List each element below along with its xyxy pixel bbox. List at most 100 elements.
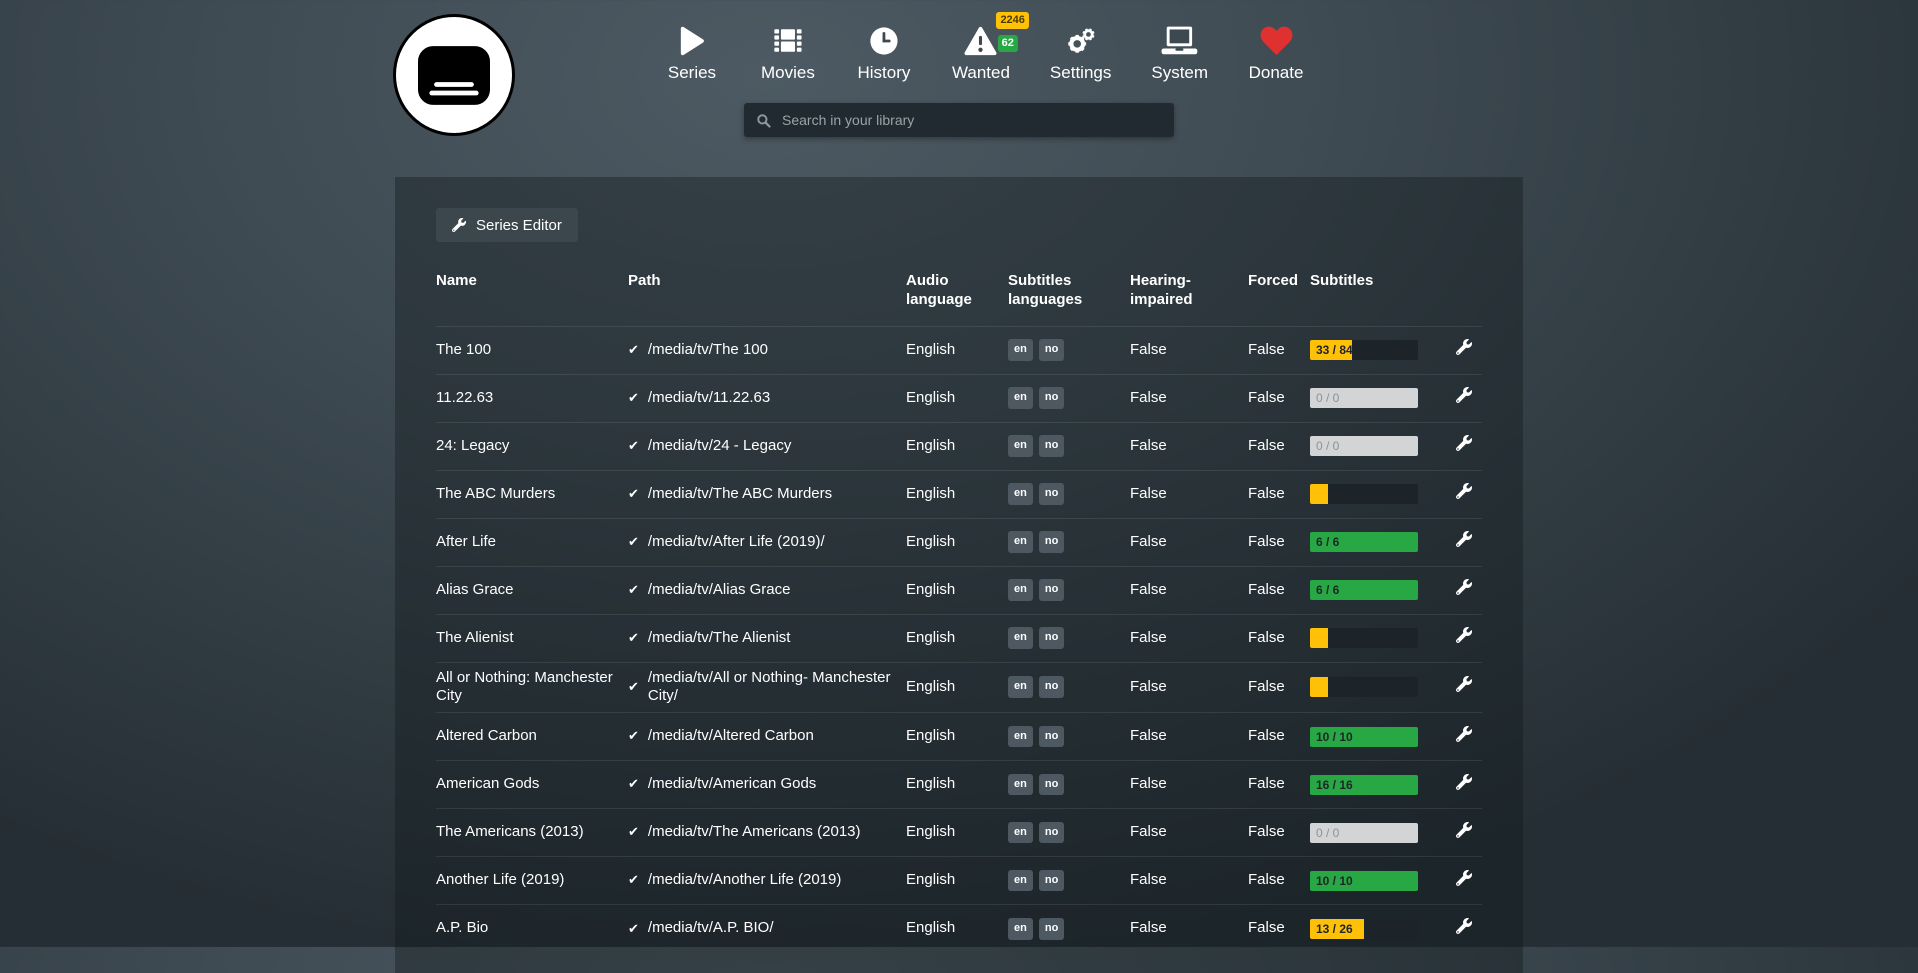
row-actions-cell [1452, 809, 1482, 857]
edit-series-wrench-icon[interactable] [1456, 918, 1472, 940]
edit-series-wrench-icon[interactable] [1456, 676, 1472, 698]
series-name[interactable]: 11.22.63 [436, 374, 628, 422]
series-name[interactable]: 24: Legacy [436, 422, 628, 470]
app-logo[interactable] [393, 14, 515, 136]
subtitles-cell: 10 / 10 [1310, 857, 1452, 905]
language-badge: en [1008, 387, 1033, 409]
subtitle-languages-cell: enno [1008, 566, 1130, 614]
edit-series-wrench-icon[interactable] [1456, 387, 1472, 409]
series-name[interactable]: The 100 [436, 326, 628, 374]
subtitles-progress: 6 / 6 [1310, 580, 1418, 600]
audio-language: English [906, 713, 1008, 761]
forced-value: False [1248, 374, 1310, 422]
edit-series-wrench-icon[interactable] [1456, 822, 1472, 844]
hearing-impaired-value: False [1130, 326, 1248, 374]
nav-system[interactable]: System [1151, 22, 1208, 83]
edit-series-wrench-icon[interactable] [1456, 579, 1472, 601]
subtitles-cell [1310, 470, 1452, 518]
nav-series-label: Series [668, 63, 716, 83]
hearing-impaired-value: False [1130, 905, 1248, 953]
subtitles-progress-label: 0 / 0 [1316, 388, 1339, 408]
subtitles-progress-label: 10 / 10 [1316, 727, 1353, 747]
series-name[interactable]: The Americans (2013) [436, 809, 628, 857]
edit-series-wrench-icon[interactable] [1456, 774, 1472, 796]
series-path-text: /media/tv/Altered Carbon [648, 727, 814, 746]
series-name[interactable]: American Gods [436, 761, 628, 809]
language-badge: en [1008, 483, 1033, 505]
subtitle-language-badges: enno [1008, 531, 1120, 553]
row-actions-cell [1452, 614, 1482, 662]
series-table-body: The 100 ✔ /media/tv/The 100 English enno… [436, 326, 1482, 953]
series-path-cell: ✔ /media/tv/Another Life (2019) [628, 857, 906, 905]
subtitle-language-badges: enno [1008, 774, 1120, 796]
check-icon: ✔ [628, 921, 639, 937]
series-path-text: /media/tv/All or Nothing- Manchester Cit… [648, 669, 896, 707]
subtitle-languages-cell: enno [1008, 614, 1130, 662]
nav-settings[interactable]: Settings [1050, 22, 1111, 83]
col-header-subtitles-languages: Subtitles languages [1008, 272, 1130, 326]
language-badge: en [1008, 774, 1033, 796]
hearing-impaired-value: False [1130, 470, 1248, 518]
series-name[interactable]: After Life [436, 518, 628, 566]
subtitles-progress-label: 16 / 16 [1316, 775, 1353, 795]
forced-value: False [1248, 518, 1310, 566]
series-name[interactable]: Altered Carbon [436, 713, 628, 761]
nav-donate[interactable]: Donate [1248, 22, 1304, 83]
check-icon: ✔ [628, 438, 639, 454]
subtitle-languages-cell: enno [1008, 809, 1130, 857]
subtitles-progress: 0 / 0 [1310, 436, 1418, 456]
series-name[interactable]: A.P. Bio [436, 905, 628, 953]
gears-icon [1066, 22, 1096, 56]
forced-value: False [1248, 470, 1310, 518]
language-badge: no [1039, 579, 1064, 601]
col-header-hearing-impaired: Hearing-impaired [1130, 272, 1248, 326]
row-actions-cell [1452, 374, 1482, 422]
language-badge: en [1008, 822, 1033, 844]
col-header-audio-language: Audio language [906, 272, 1008, 326]
subtitles-cell: 6 / 6 [1310, 518, 1452, 566]
edit-series-wrench-icon[interactable] [1456, 870, 1472, 892]
subtitles-progress: 13 / 26 [1310, 919, 1418, 939]
subtitle-language-badges: enno [1008, 870, 1120, 892]
nav-wanted-label: Wanted [952, 63, 1010, 83]
nav-history[interactable]: History [856, 22, 912, 83]
search-input[interactable] [780, 111, 1162, 129]
edit-series-wrench-icon[interactable] [1456, 339, 1472, 361]
audio-language: English [906, 374, 1008, 422]
subtitle-languages-cell: enno [1008, 662, 1130, 713]
subtitle-language-badges: enno [1008, 579, 1120, 601]
series-editor-button[interactable]: Series Editor [436, 208, 578, 242]
series-name[interactable]: Another Life (2019) [436, 857, 628, 905]
play-icon [679, 22, 705, 56]
edit-series-wrench-icon[interactable] [1456, 627, 1472, 649]
subtitles-progress-label: 33 / 84 [1316, 340, 1353, 360]
edit-series-wrench-icon[interactable] [1456, 483, 1472, 505]
language-badge: en [1008, 627, 1033, 649]
row-actions-cell [1452, 422, 1482, 470]
series-name[interactable]: Alias Grace [436, 566, 628, 614]
series-name[interactable]: The Alienist [436, 614, 628, 662]
subtitles-progress [1310, 628, 1418, 648]
language-badge: no [1039, 435, 1064, 457]
nav-movies[interactable]: Movies [760, 22, 816, 83]
edit-series-wrench-icon[interactable] [1456, 531, 1472, 553]
edit-series-wrench-icon[interactable] [1456, 726, 1472, 748]
audio-language: English [906, 326, 1008, 374]
series-path-cell: ✔ /media/tv/Alias Grace [628, 566, 906, 614]
series-editor-panel: Series Editor Name Path Audio language S… [395, 177, 1523, 973]
table-row: Altered Carbon ✔ /media/tv/Altered Carbo… [436, 713, 1482, 761]
series-path-text: /media/tv/American Gods [648, 775, 816, 794]
audio-language: English [906, 566, 1008, 614]
nav-series[interactable]: Series [664, 22, 720, 83]
subtitle-languages-cell: enno [1008, 326, 1130, 374]
row-actions-cell [1452, 905, 1482, 953]
series-name[interactable]: The ABC Murders [436, 470, 628, 518]
audio-language: English [906, 905, 1008, 953]
subtitles-progress-label: 13 / 26 [1316, 919, 1353, 939]
nav-wanted[interactable]: 2246 62 Wanted [952, 22, 1010, 83]
col-header-subtitles: Subtitles [1310, 272, 1452, 326]
series-path-cell: ✔ /media/tv/The ABC Murders [628, 470, 906, 518]
edit-series-wrench-icon[interactable] [1456, 435, 1472, 457]
series-name[interactable]: All or Nothing: Manchester City [436, 662, 628, 713]
series-path-text: /media/tv/After Life (2019)/ [648, 533, 825, 552]
